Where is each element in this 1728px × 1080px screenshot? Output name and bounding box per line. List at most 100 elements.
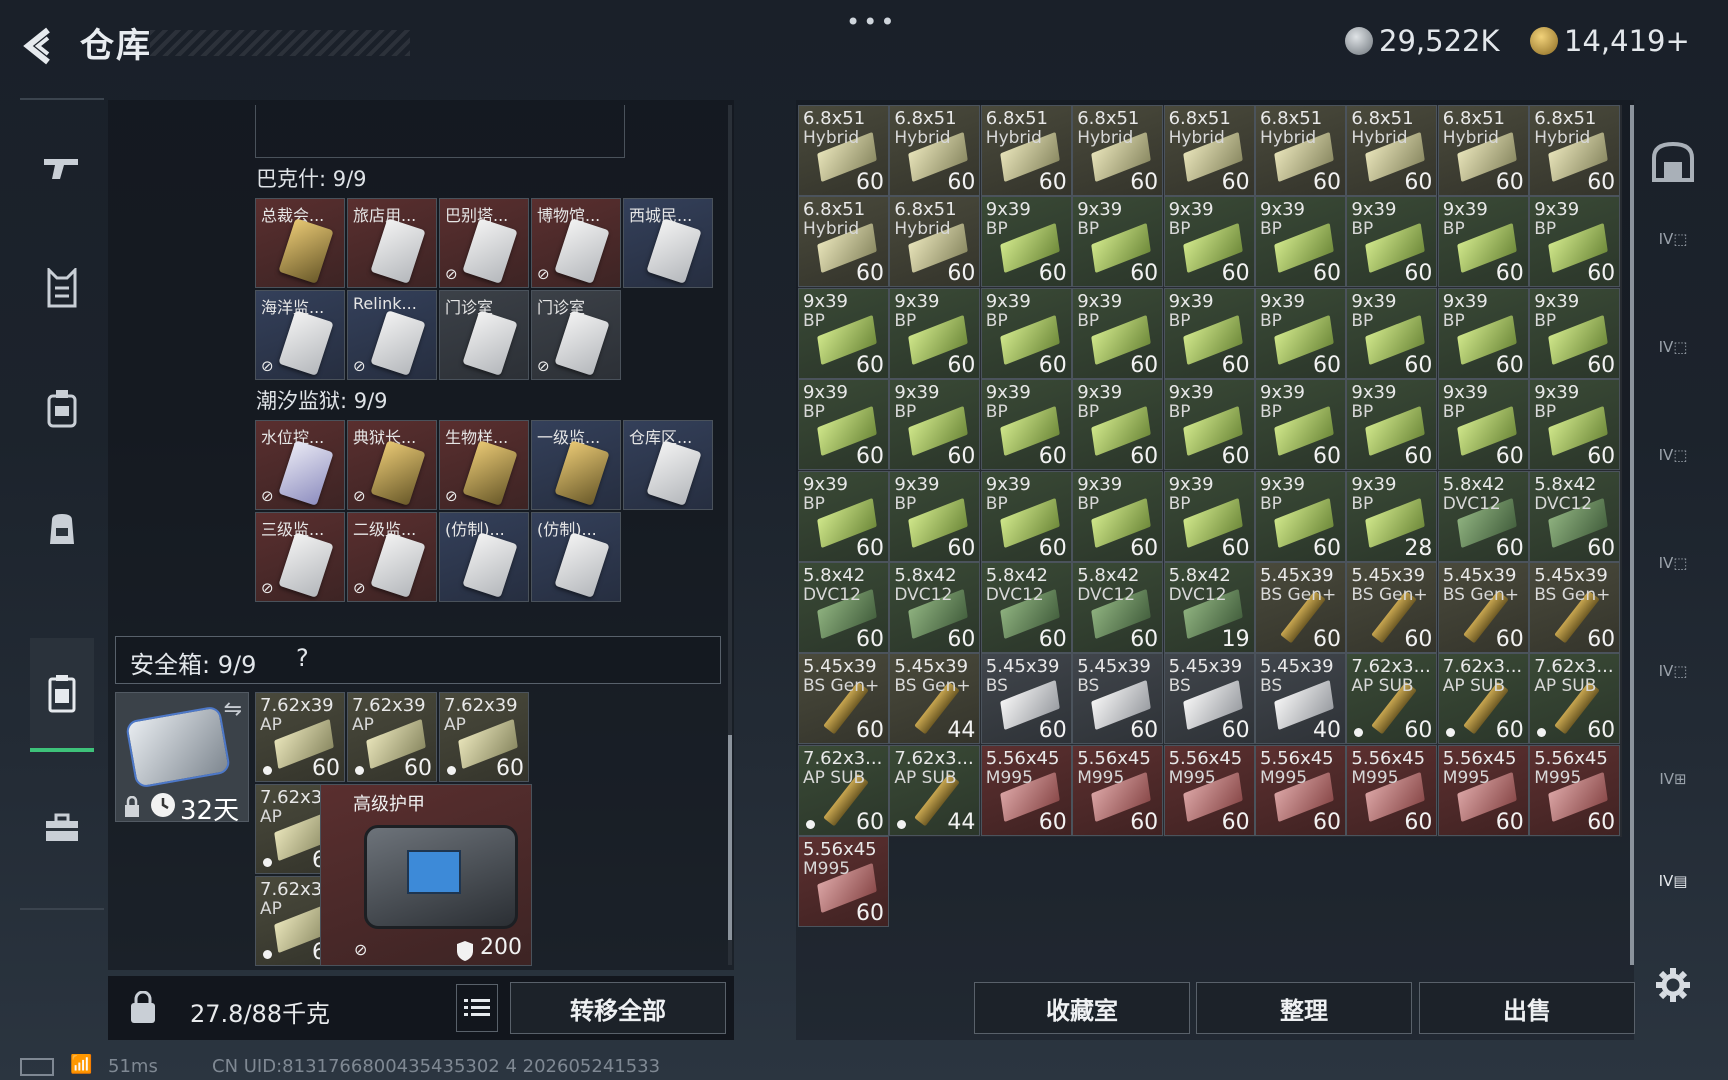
keycard-item[interactable]: 二级监... ⊘ bbox=[347, 512, 437, 602]
keycard-item[interactable]: 博物馆... ⊘ bbox=[531, 198, 621, 288]
warehouse-ammo-item[interactable]: 5.56x45 M995 60 bbox=[980, 744, 1072, 836]
keycard-item[interactable]: 旅店用... bbox=[347, 198, 437, 288]
warehouse-ammo-item[interactable]: 5.8x42 DVC12 60 bbox=[889, 562, 981, 653]
warehouse-ammo-item[interactable]: 5.45x39 BS 40 bbox=[1255, 653, 1346, 745]
warehouse-ammo-item[interactable]: 7.62x3... AP SUB 60 bbox=[1437, 653, 1529, 745]
warehouse-ammo-item[interactable]: 6.8x51 Hybrid 60 bbox=[798, 105, 889, 196]
warehouse-ammo-item[interactable]: 5.56x45 M995 60 bbox=[1437, 744, 1529, 836]
help-icon[interactable]: ? bbox=[296, 644, 309, 672]
safe-ammo-item[interactable]: 7.62x39AP 60 bbox=[439, 692, 529, 782]
warehouse-ammo-item[interactable]: 5.45x39 BS Gen+ 60 bbox=[1529, 562, 1621, 653]
warehouse-ammo-item[interactable]: 9x39 BP 60 bbox=[1346, 287, 1438, 379]
keycard-item[interactable]: 仓库区... bbox=[623, 420, 713, 510]
warehouse-ammo-item[interactable]: 5.45x39 BS 60 bbox=[1163, 653, 1255, 745]
settings-gear-icon[interactable] bbox=[1644, 956, 1702, 1014]
warehouse-ammo-item[interactable]: 5.8x42 DVC12 60 bbox=[1437, 470, 1529, 562]
sell-button[interactable]: 出售 bbox=[1419, 982, 1635, 1034]
warehouse-ammo-item[interactable]: 5.56x45 M995 60 bbox=[1255, 744, 1346, 836]
warehouse-ammo-item[interactable]: 6.8x51 Hybrid 60 bbox=[798, 196, 889, 288]
warehouse-ammo-item[interactable]: 7.62x3... AP SUB 60 bbox=[1529, 653, 1621, 745]
warehouse-ammo-item[interactable]: 5.56x45 M995 60 bbox=[798, 836, 889, 928]
warehouse-ammo-item[interactable]: 7.62x3... AP SUB 60 bbox=[798, 744, 889, 836]
warehouse-ammo-item[interactable]: 7.62x3... AP SUB 44 bbox=[889, 744, 981, 836]
warehouse-ammo-item[interactable]: 6.8x51 Hybrid 60 bbox=[889, 196, 981, 288]
keycard-item[interactable]: 三级监... ⊘ bbox=[255, 512, 345, 602]
keycard-item[interactable]: 典狱长... ⊘ bbox=[347, 420, 437, 510]
warehouse-ammo-item[interactable]: 9x39 BP 60 bbox=[1072, 470, 1164, 562]
warehouse-tab-4-icon[interactable]: IV⬚ bbox=[1644, 534, 1702, 592]
warehouse-ammo-item[interactable]: 9x39 BP 60 bbox=[889, 379, 981, 471]
keycard-item[interactable]: 巴别塔... ⊘ bbox=[439, 198, 529, 288]
warehouse-ammo-item[interactable]: 5.8x42 DVC12 60 bbox=[980, 562, 1072, 653]
warehouse-ammo-item[interactable]: 5.8x42 DVC12 60 bbox=[798, 562, 889, 653]
warehouse-ammo-item[interactable]: 9x39 BP 28 bbox=[1346, 470, 1438, 562]
warehouse-ammo-item[interactable]: 9x39 BP 60 bbox=[1437, 196, 1529, 288]
storage-scrollbar-thumb[interactable] bbox=[728, 735, 732, 940]
warehouse-ammo-item[interactable]: 6.8x51 Hybrid 60 bbox=[1255, 105, 1346, 196]
briefcase-icon[interactable] bbox=[32, 798, 92, 858]
warehouse-ammo-item[interactable]: 6.8x51 Hybrid 60 bbox=[1437, 105, 1529, 196]
warehouse-ammo-item[interactable]: 9x39 BP 60 bbox=[1072, 287, 1164, 379]
warehouse-ammo-item[interactable]: 9x39 BP 60 bbox=[980, 196, 1072, 288]
warehouse-ammo-item[interactable]: 5.45x39 BS Gen+ 60 bbox=[798, 653, 889, 745]
organize-button[interactable]: 整理 bbox=[1196, 982, 1412, 1034]
vault-icon[interactable] bbox=[1644, 132, 1702, 190]
chest-rig-icon[interactable] bbox=[32, 378, 92, 438]
backpack-lock-icon[interactable] bbox=[118, 986, 168, 1030]
safe-ammo-item[interactable]: 7.62x39AP 60 bbox=[255, 692, 345, 782]
warehouse-ammo-item[interactable]: 5.45x39 BS Gen+ 44 bbox=[889, 653, 981, 745]
list-view-icon[interactable] bbox=[456, 984, 498, 1032]
warehouse-ammo-item[interactable]: 9x39 BP 60 bbox=[1163, 196, 1255, 288]
warehouse-ammo-item[interactable]: 5.45x39 BS Gen+ 60 bbox=[1255, 562, 1346, 653]
warehouse-ammo-item[interactable]: 9x39 BP 60 bbox=[1072, 379, 1164, 471]
warehouse-ammo-item[interactable]: 9x39 BP 60 bbox=[1346, 196, 1438, 288]
warehouse-ammo-item[interactable]: 9x39 BP 60 bbox=[1163, 379, 1255, 471]
warehouse-ammo-item[interactable]: 9x39 BP 60 bbox=[1529, 287, 1621, 379]
warehouse-tab-5-icon[interactable]: IV⬚ bbox=[1644, 642, 1702, 700]
keycard-item[interactable]: (仿制)... bbox=[439, 512, 529, 602]
warehouse-ammo-item[interactable]: 9x39 BP 60 bbox=[798, 379, 889, 471]
weapon-icon[interactable] bbox=[32, 138, 92, 198]
warehouse-tab-2-icon[interactable]: IV⬚ bbox=[1644, 318, 1702, 376]
warehouse-ammo-item[interactable]: 9x39 BP 60 bbox=[1437, 379, 1529, 471]
warehouse-ammo-item[interactable]: 9x39 BP 60 bbox=[1255, 196, 1346, 288]
keycard-item[interactable]: 西城民... bbox=[623, 198, 713, 288]
warehouse-ammo-item[interactable]: 6.8x51 Hybrid 60 bbox=[1346, 105, 1438, 196]
warehouse-ammo-item[interactable]: 9x39 BP 60 bbox=[889, 470, 981, 562]
warehouse-ammo-item[interactable]: 6.8x51 Hybrid 60 bbox=[1072, 105, 1164, 196]
warehouse-ammo-item[interactable]: 6.8x51 Hybrid 60 bbox=[1163, 105, 1255, 196]
warehouse-ammo-item[interactable]: 5.56x45 M995 60 bbox=[1072, 744, 1164, 836]
warehouse-ammo-item[interactable]: 5.8x42 DVC12 60 bbox=[1529, 470, 1621, 562]
warehouse-ammo-item[interactable]: 9x39 BP 60 bbox=[1072, 196, 1164, 288]
keycard-item[interactable]: Relink... ⊘ bbox=[347, 290, 437, 380]
safe-container-icon[interactable] bbox=[30, 638, 94, 752]
warehouse-ammo-item[interactable]: 9x39 BP 60 bbox=[889, 287, 981, 379]
warehouse-ammo-item[interactable]: 5.45x39 BS Gen+ 60 bbox=[1437, 562, 1529, 653]
warehouse-ammo-item[interactable]: 9x39 BP 60 bbox=[1163, 470, 1255, 562]
transfer-all-button[interactable]: 转移全部 bbox=[510, 982, 726, 1034]
warehouse-ammo-item[interactable]: 7.62x3... AP SUB 60 bbox=[1346, 653, 1438, 745]
warehouse-ammo-item[interactable]: 9x39 BP 60 bbox=[1255, 379, 1346, 471]
warehouse-ammo-item[interactable]: 6.8x51 Hybrid 60 bbox=[980, 105, 1072, 196]
warehouse-ammo-item[interactable]: 9x39 BP 60 bbox=[980, 470, 1072, 562]
keycard-item[interactable]: 门诊室 bbox=[439, 290, 529, 380]
warehouse-ammo-item[interactable]: 9x39 BP 60 bbox=[1437, 287, 1529, 379]
warehouse-ammo-item[interactable]: 9x39 BP 60 bbox=[1255, 470, 1346, 562]
warehouse-ammo-item[interactable]: 9x39 BP 60 bbox=[980, 379, 1072, 471]
more-menu-icon[interactable]: ••• bbox=[846, 8, 897, 36]
safe-ammo-item[interactable]: 7.62x39AP 60 bbox=[347, 692, 437, 782]
armor-vest-icon[interactable] bbox=[32, 258, 92, 318]
warehouse-ammo-item[interactable]: 5.8x42 DVC12 19 bbox=[1163, 562, 1255, 653]
backpack-icon[interactable] bbox=[32, 498, 92, 558]
warehouse-ammo-item[interactable]: 9x39 BP 60 bbox=[798, 287, 889, 379]
warehouse-ammo-item[interactable]: 5.56x45 M995 60 bbox=[1346, 744, 1438, 836]
warehouse-ammo-item[interactable]: 9x39 BP 60 bbox=[1529, 379, 1621, 471]
keycard-item[interactable]: 一级监... bbox=[531, 420, 621, 510]
warehouse-ammo-item[interactable]: 6.8x51 Hybrid 60 bbox=[1529, 105, 1621, 196]
keycard-item[interactable]: 门诊室 ⊘ bbox=[531, 290, 621, 380]
keycard-item[interactable]: (仿制)... bbox=[531, 512, 621, 602]
warehouse-ammo-item[interactable]: 5.45x39 BS Gen+ 60 bbox=[1346, 562, 1438, 653]
keycard-item[interactable]: 生物样... ⊘ bbox=[439, 420, 529, 510]
warehouse-ammo-item[interactable]: 5.56x45 M995 60 bbox=[1163, 744, 1255, 836]
warehouse-folder-icon[interactable]: IV▤ bbox=[1644, 852, 1702, 910]
